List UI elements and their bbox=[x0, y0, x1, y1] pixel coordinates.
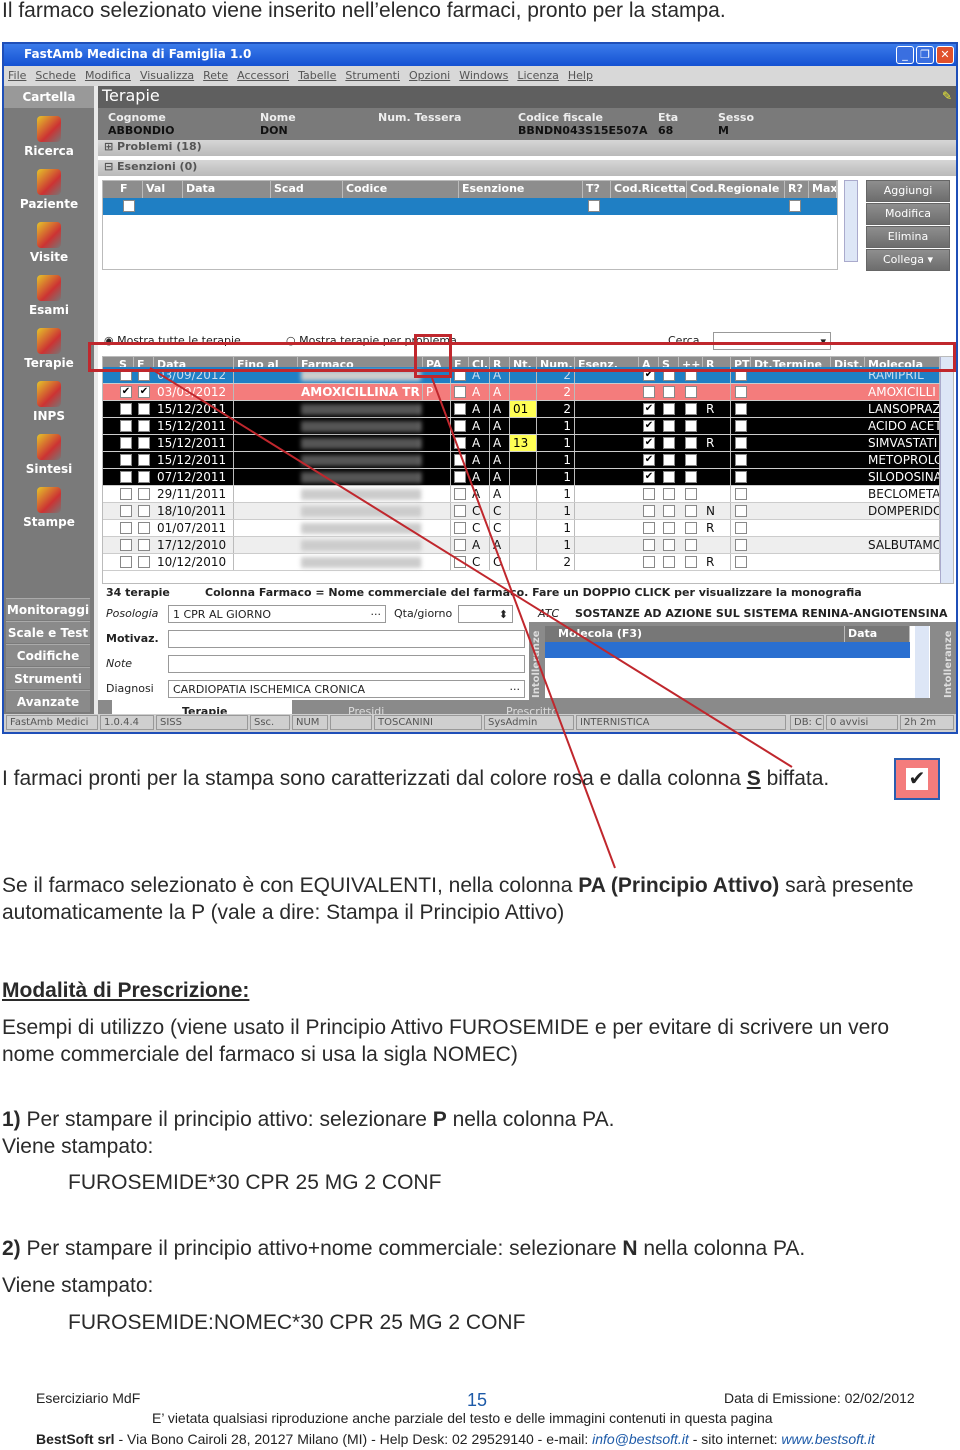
page-number: 15 bbox=[467, 1390, 488, 1410]
website-link[interactable]: www.bestsoft.it bbox=[781, 1431, 874, 1447]
e1-num: 1) bbox=[2, 1108, 21, 1131]
printed-label-2: Viene stampato: bbox=[2, 1274, 154, 1297]
paragraph-esempi: Esempi di utilizzo (viene usato il Princ… bbox=[2, 1016, 890, 1039]
paragraph-equivalenti-2: automaticamente la P (vale a dire: Stamp… bbox=[2, 901, 565, 924]
annotation-line-pa bbox=[431, 377, 616, 869]
paragraph-pink: I farmaci pronti per la stampa sono cara… bbox=[2, 765, 829, 792]
printed-label-1: Viene stampato: bbox=[2, 1135, 154, 1158]
annotation-lines bbox=[149, 367, 793, 869]
e2-text: Per stampare il principio attivo+nome co… bbox=[20, 1237, 623, 1260]
e1-text: Per stampare il principio attivo: selezi… bbox=[20, 1108, 433, 1131]
site-label: - sito internet: bbox=[688, 1431, 782, 1447]
printed-output-1: FUROSEMIDE*30 CPR 25 MG 2 CONF bbox=[68, 1171, 442, 1194]
company-address: - Via Bono Cairoli 28, 20127 Milano (MI)… bbox=[114, 1431, 593, 1447]
footer-company: BestSoft srl - Via Bono Cairoli 28, 2012… bbox=[36, 1431, 875, 1447]
p2-bold: PA (Principio Attivo) bbox=[578, 874, 780, 897]
p1-text: I farmaci pronti per la stampa sono cara… bbox=[2, 767, 747, 790]
company-name: BestSoft srl bbox=[36, 1431, 115, 1447]
p1-s: S bbox=[746, 767, 761, 790]
email-link[interactable]: info@bestsoft.it bbox=[592, 1431, 689, 1447]
example-1: 1) Per stampare il principio attivo: sel… bbox=[2, 1106, 614, 1133]
footer-left: Eserciziario MdF bbox=[36, 1390, 141, 1406]
p1-end: biffata. bbox=[760, 767, 830, 790]
checked-row-icon: ✔ bbox=[894, 758, 940, 800]
paragraph-equivalenti: Se il farmaco selezionato è con EQUIVALE… bbox=[2, 872, 914, 899]
e2-num: 2) bbox=[2, 1237, 21, 1260]
e1-end: nella colonna PA. bbox=[446, 1108, 615, 1131]
p2-text: Se il farmaco selezionato è con EQUIVALE… bbox=[2, 874, 579, 897]
e1-bold: P bbox=[432, 1108, 447, 1131]
e2-bold: N bbox=[622, 1237, 638, 1260]
example-2: 2) Per stampare il principio attivo+nome… bbox=[2, 1235, 805, 1262]
printed-output-2: FUROSEMIDE:NOMEC*30 CPR 25 MG 2 CONF bbox=[68, 1311, 526, 1334]
p2-end: sarà presente bbox=[779, 874, 914, 897]
section-heading: Modalità di Prescrizione: bbox=[2, 979, 250, 1002]
footer-date: Data di Emissione: 02/02/2012 bbox=[724, 1390, 915, 1406]
paragraph-esempi-2: nome commerciale del farmaco si usa la s… bbox=[2, 1043, 518, 1066]
footer-notice: E’ vietata qualsiasi riproduzione anche … bbox=[152, 1410, 773, 1426]
annotation-line-s bbox=[149, 367, 793, 768]
e2-end: nella colonna PA. bbox=[637, 1237, 806, 1260]
